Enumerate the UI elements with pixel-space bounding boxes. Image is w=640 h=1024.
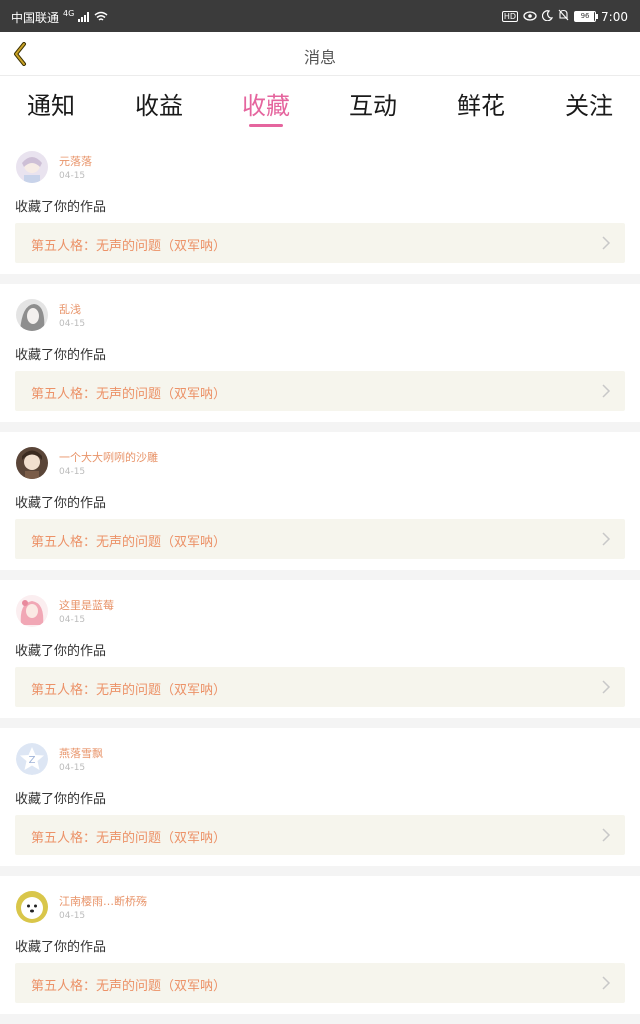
work-link[interactable]: 第五人格：无声的问题（双军呐）: [15, 371, 625, 411]
avatar[interactable]: [16, 151, 48, 183]
active-tab-indicator: [249, 124, 283, 127]
timestamp: 04-15: [59, 911, 86, 921]
signal-icon: [78, 11, 90, 25]
avatar[interactable]: [16, 595, 48, 627]
status-bar-left: 中国联通 4G: [11, 9, 108, 26]
carrier-label: 中国联通: [11, 11, 60, 25]
tab-notifications[interactable]: 通知: [0, 86, 105, 121]
svg-text:Z: Z: [29, 755, 36, 766]
chevron-right-icon: [602, 384, 611, 398]
action-text: 收藏了你的作品: [15, 496, 107, 511]
status-bar-right: HD 96 7:00: [501, 9, 628, 24]
avatar[interactable]: [16, 447, 48, 479]
wifi-icon: [94, 11, 108, 25]
list-item: 乱浅 04-15 收藏了你的作品 第五人格：无声的问题（双军呐）: [0, 284, 640, 422]
eye-comfort-icon: [523, 10, 537, 24]
username[interactable]: 这里是蓝莓: [59, 597, 114, 613]
tab-interactions[interactable]: 互动: [319, 86, 427, 121]
avatar[interactable]: Z: [16, 743, 48, 775]
timestamp: 04-15: [59, 615, 86, 625]
timestamp: 04-15: [59, 763, 86, 773]
action-text: 收藏了你的作品: [15, 940, 107, 955]
work-link[interactable]: 第五人格：无声的问题（双军呐）: [15, 963, 625, 1003]
hd-icon: HD: [501, 11, 519, 22]
work-title: 第五人格：无声的问题（双军呐）: [31, 239, 227, 254]
chevron-right-icon: [602, 236, 611, 250]
username[interactable]: 江南樱雨…断桥殇: [59, 893, 147, 909]
action-text: 收藏了你的作品: [15, 200, 107, 215]
battery-icon: 96: [574, 11, 599, 22]
timestamp: 04-15: [59, 467, 86, 477]
mute-bell-icon: [558, 9, 569, 24]
notification-list: 元落落 04-15 收藏了你的作品 第五人格：无声的问题（双军呐） 乱浅 04-…: [0, 136, 640, 1024]
avatar[interactable]: [16, 299, 48, 331]
username[interactable]: 乱浅: [59, 301, 81, 317]
header: 消息: [0, 32, 640, 76]
tab-flowers[interactable]: 鲜花: [427, 86, 535, 121]
list-item: 一个大大咧咧的沙雕 04-15 收藏了你的作品 第五人格：无声的问题（双军呐）: [0, 432, 640, 570]
username[interactable]: 燕落雪飘: [59, 745, 103, 761]
list-item: Z 燕落雪飘 04-15 收藏了你的作品 第五人格：无声的问题（双军呐）: [0, 728, 640, 866]
network-type-label: 4G: [63, 9, 75, 18]
work-link[interactable]: 第五人格：无声的问题（双军呐）: [15, 223, 625, 263]
chevron-right-icon: [602, 532, 611, 546]
list-item: 江南樱雨…断桥殇 04-15 收藏了你的作品 第五人格：无声的问题（双军呐）: [0, 876, 640, 1014]
work-link[interactable]: 第五人格：无声的问题（双军呐）: [15, 519, 625, 559]
work-title: 第五人格：无声的问题（双军呐）: [31, 979, 227, 994]
chevron-right-icon: [602, 680, 611, 694]
tab-earnings[interactable]: 收益: [105, 86, 213, 121]
chevron-right-icon: [602, 976, 611, 990]
username[interactable]: 元落落: [59, 153, 92, 169]
moon-icon: [542, 9, 554, 24]
timestamp: 04-15: [59, 171, 86, 181]
clock-label: 7:00: [601, 9, 628, 24]
status-bar: 中国联通 4G HD 96 7:00: [0, 0, 640, 32]
chevron-right-icon: [602, 828, 611, 842]
page-title: 消息: [303, 48, 336, 67]
work-link[interactable]: 第五人格：无声的问题（双军呐）: [15, 815, 625, 855]
tab-bar: 通知 收益 收藏 互动 鲜花 关注: [0, 76, 640, 136]
work-title: 第五人格：无声的问题（双军呐）: [31, 387, 227, 402]
timestamp: 04-15: [59, 319, 86, 329]
work-title: 第五人格：无声的问题（双军呐）: [31, 831, 227, 846]
action-text: 收藏了你的作品: [15, 792, 107, 807]
action-text: 收藏了你的作品: [15, 644, 107, 659]
work-title: 第五人格：无声的问题（双军呐）: [31, 535, 227, 550]
work-link[interactable]: 第五人格：无声的问题（双军呐）: [15, 667, 625, 707]
tab-following[interactable]: 关注: [535, 86, 640, 121]
username[interactable]: 一个大大咧咧的沙雕: [59, 449, 158, 465]
action-text: 收藏了你的作品: [15, 348, 107, 363]
list-item: 元落落 04-15 收藏了你的作品 第五人格：无声的问题（双军呐）: [0, 136, 640, 274]
list-item: 这里是蓝莓 04-15 收藏了你的作品 第五人格：无声的问题（双军呐）: [0, 580, 640, 718]
work-title: 第五人格：无声的问题（双军呐）: [31, 683, 227, 698]
avatar[interactable]: [16, 891, 48, 923]
tab-favorites[interactable]: 收藏: [212, 86, 320, 121]
